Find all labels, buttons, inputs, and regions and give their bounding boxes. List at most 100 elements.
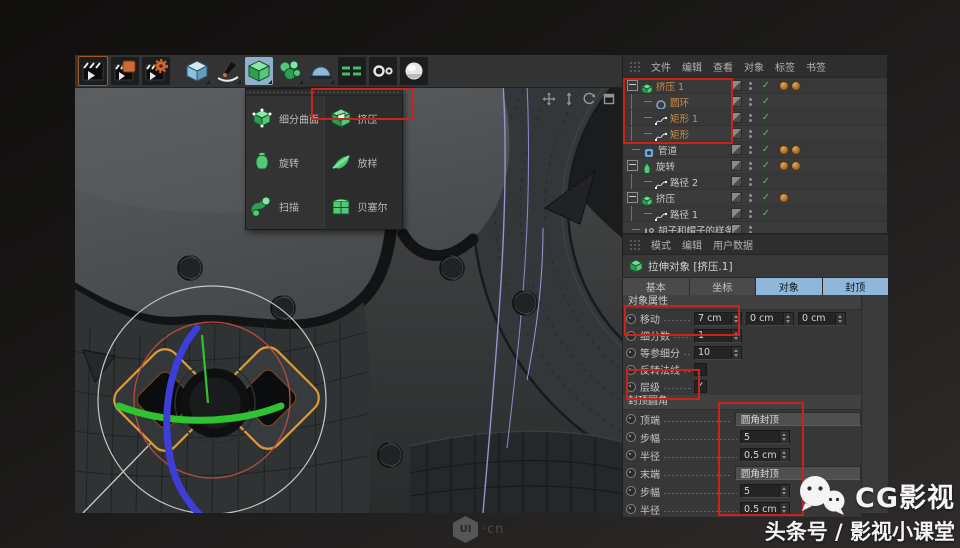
keyframe-radio[interactable] bbox=[626, 347, 636, 358]
menu-item-lathe[interactable]: 旋转 bbox=[246, 140, 324, 184]
symmetry-button[interactable] bbox=[369, 57, 397, 85]
om-menu-view[interactable]: 查看 bbox=[713, 59, 733, 74]
tree-item-label[interactable]: 旋转 bbox=[656, 159, 675, 173]
ui-cn-watermark: UI ·cn bbox=[453, 516, 505, 543]
panel-grip-icon[interactable] bbox=[629, 60, 640, 72]
visibility-dots[interactable] bbox=[749, 113, 753, 122]
tab-coordinates[interactable]: 坐标 bbox=[689, 278, 755, 295]
stepper[interactable] bbox=[835, 312, 845, 325]
tag-icon[interactable] bbox=[779, 144, 789, 155]
keyframe-radio[interactable] bbox=[626, 486, 636, 496]
keyframe-radio[interactable] bbox=[626, 432, 636, 442]
object-tags[interactable] bbox=[779, 160, 801, 171]
om-menu-edit[interactable]: 编辑 bbox=[682, 59, 702, 74]
enable-check[interactable]: ✓ bbox=[759, 159, 773, 173]
tree-item-label[interactable]: 管道 bbox=[658, 143, 677, 157]
pedestal-model[interactable] bbox=[409, 430, 622, 513]
tag-icon[interactable] bbox=[779, 80, 789, 91]
expand-toggle[interactable] bbox=[627, 192, 638, 203]
tree-row[interactable]: 路径 1 ✓ bbox=[623, 206, 887, 222]
enable-check[interactable]: ✓ bbox=[759, 127, 773, 141]
tree-row[interactable]: 旋转 ✓ bbox=[623, 158, 887, 174]
enable-check[interactable]: ✓ bbox=[759, 95, 773, 109]
render-view-button[interactable] bbox=[78, 56, 108, 86]
am-menu-mode[interactable]: 模式 bbox=[651, 237, 671, 252]
tab-basic[interactable]: 基本 bbox=[623, 278, 689, 295]
object-tags[interactable] bbox=[779, 144, 801, 155]
visibility-dots[interactable] bbox=[749, 97, 753, 106]
enable-check[interactable]: ✓ bbox=[759, 111, 773, 125]
stepper[interactable] bbox=[731, 346, 741, 359]
render-settings-button[interactable] bbox=[142, 57, 170, 85]
enable-check[interactable]: ✓ bbox=[759, 143, 773, 157]
layer-toggle[interactable] bbox=[731, 208, 742, 219]
tree-item-label[interactable]: 路径 1 bbox=[670, 207, 698, 221]
tree-item-label[interactable]: 路径 2 bbox=[670, 175, 698, 189]
tree-item-label[interactable]: 挤压 bbox=[656, 191, 675, 205]
menu-item-label: 放样 bbox=[357, 158, 378, 170]
am-menu-userdata[interactable]: 用户数据 bbox=[713, 237, 753, 252]
add-cube-button[interactable] bbox=[183, 57, 211, 85]
floor-object-button[interactable] bbox=[338, 57, 366, 85]
object-tags[interactable] bbox=[779, 80, 801, 91]
visibility-dots[interactable] bbox=[749, 81, 753, 90]
visibility-dots[interactable] bbox=[749, 161, 753, 170]
visibility-dots[interactable] bbox=[749, 209, 753, 218]
move-z-field[interactable]: 0 cm bbox=[798, 311, 846, 326]
volume-sphere-button[interactable] bbox=[400, 57, 428, 85]
render-picture-viewer-button[interactable] bbox=[111, 57, 139, 85]
visibility-dots[interactable] bbox=[749, 193, 753, 202]
enable-check[interactable]: ✓ bbox=[759, 79, 773, 93]
tag-icon[interactable] bbox=[791, 80, 801, 91]
toggle-view-icon[interactable] bbox=[602, 91, 616, 105]
keyframe-radio[interactable] bbox=[626, 450, 636, 460]
tab-object[interactable]: 对象 bbox=[756, 278, 822, 295]
visibility-dots[interactable] bbox=[749, 129, 753, 138]
generators-button[interactable] bbox=[245, 57, 273, 85]
highlight-box-move-value bbox=[624, 305, 740, 336]
pen-spline-button[interactable] bbox=[214, 57, 242, 85]
menu-item-bezier[interactable]: 贝塞尔 bbox=[325, 185, 403, 229]
layer-toggle[interactable] bbox=[731, 144, 742, 155]
viewport-nav-icons bbox=[542, 91, 616, 106]
object-tags[interactable] bbox=[779, 192, 789, 203]
layer-toggle[interactable] bbox=[731, 192, 742, 203]
keyframe-radio[interactable] bbox=[626, 504, 636, 514]
expand-toggle[interactable] bbox=[627, 160, 638, 171]
keyframe-radio[interactable] bbox=[626, 468, 636, 478]
zoom-icon[interactable] bbox=[562, 91, 576, 106]
tag-icon[interactable] bbox=[791, 160, 801, 171]
iso-subdivision-field[interactable]: 10 bbox=[694, 345, 742, 360]
om-menu-objects[interactable]: 对象 bbox=[744, 59, 764, 74]
enable-check[interactable]: ✓ bbox=[759, 191, 773, 205]
layer-toggle[interactable] bbox=[731, 176, 742, 187]
menu-item-loft[interactable]: 放样 bbox=[325, 140, 403, 184]
loft-icon bbox=[330, 151, 352, 173]
stepper[interactable] bbox=[783, 312, 793, 325]
am-menu-edit[interactable]: 编辑 bbox=[682, 237, 702, 252]
tag-icon[interactable] bbox=[791, 144, 801, 155]
modeling-objects-button[interactable] bbox=[276, 57, 304, 85]
om-menu-file[interactable]: 文件 bbox=[651, 59, 671, 74]
tab-caps[interactable]: 封顶 bbox=[822, 278, 888, 295]
enable-check[interactable]: ✓ bbox=[759, 207, 773, 221]
pan-icon[interactable] bbox=[542, 91, 556, 106]
tree-row[interactable]: 管道 ✓ bbox=[623, 142, 887, 158]
keyframe-radio[interactable] bbox=[626, 414, 636, 424]
tree-row[interactable]: 路径 2 ✓ bbox=[623, 174, 887, 190]
tree-row[interactable]: 挤压 ✓ bbox=[623, 190, 887, 206]
visibility-dots[interactable] bbox=[749, 177, 753, 186]
tag-icon[interactable] bbox=[779, 192, 789, 203]
panel-grip-icon[interactable] bbox=[629, 239, 640, 250]
menu-item-sweep[interactable]: 扫描 bbox=[246, 185, 324, 229]
tag-icon[interactable] bbox=[779, 160, 789, 171]
enable-check[interactable]: ✓ bbox=[759, 175, 773, 189]
rotate-icon[interactable] bbox=[582, 91, 596, 105]
layer-toggle[interactable] bbox=[731, 160, 742, 171]
brand-name: CG影视 bbox=[855, 482, 955, 514]
visibility-dots[interactable] bbox=[749, 145, 753, 154]
om-menu-tags[interactable]: 标签 bbox=[775, 59, 795, 74]
om-menu-bookmarks[interactable]: 书签 bbox=[806, 59, 826, 74]
move-y-field[interactable]: 0 cm bbox=[746, 311, 794, 326]
environment-dome-button[interactable] bbox=[307, 57, 335, 85]
